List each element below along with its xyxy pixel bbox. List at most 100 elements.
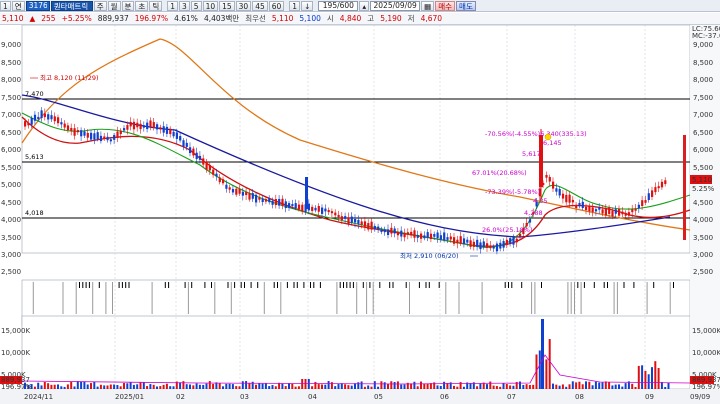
candle-body[interactable] <box>258 197 261 200</box>
volume-bar[interactable] <box>43 381 46 389</box>
volume-bar[interactable] <box>159 386 162 389</box>
candle-body[interactable] <box>307 203 310 211</box>
interval-60-button[interactable]: 60 <box>268 0 285 11</box>
volume-bar[interactable] <box>271 385 274 389</box>
candle-body[interactable] <box>238 188 241 194</box>
volume-bar[interactable] <box>169 386 172 389</box>
volume-bar[interactable] <box>456 386 459 389</box>
volume-bar[interactable] <box>545 359 548 389</box>
volume-bar[interactable] <box>149 384 152 389</box>
candle-body[interactable] <box>370 221 373 230</box>
volume-bar[interactable] <box>66 384 69 389</box>
volume-bar[interactable] <box>618 384 620 389</box>
candle-body[interactable] <box>76 130 79 133</box>
candle-body[interactable] <box>624 212 627 216</box>
candle-body[interactable] <box>528 219 532 223</box>
candle-body[interactable] <box>198 155 202 160</box>
candle-body[interactable] <box>611 210 614 217</box>
volume-bar[interactable] <box>561 384 564 389</box>
volume-bar[interactable] <box>235 386 238 389</box>
candle-body[interactable] <box>288 203 291 208</box>
volume-bar[interactable] <box>525 384 528 389</box>
candle-body[interactable] <box>80 130 83 137</box>
volume-bar[interactable] <box>47 383 50 389</box>
volume-bar[interactable] <box>347 385 350 389</box>
volume-bar[interactable] <box>284 386 287 389</box>
volume-bar[interactable] <box>307 379 310 389</box>
candle-body[interactable] <box>255 194 258 203</box>
volume-bar[interactable] <box>453 385 455 389</box>
candle-body[interactable] <box>608 207 611 215</box>
volume-bar[interactable] <box>420 381 422 389</box>
candle-body[interactable] <box>123 128 126 131</box>
candle-body[interactable] <box>73 128 76 136</box>
candle-body[interactable] <box>565 194 568 203</box>
candle-body[interactable] <box>614 209 617 214</box>
volume-bar[interactable] <box>363 386 366 389</box>
volume-bar[interactable] <box>83 381 86 389</box>
candle-body[interactable] <box>479 242 482 250</box>
candle-body[interactable] <box>644 200 647 203</box>
candle-body[interactable] <box>340 216 343 220</box>
candle-body[interactable] <box>179 136 182 141</box>
candle-body[interactable] <box>218 177 221 183</box>
candle-body[interactable] <box>324 208 327 212</box>
candle-body[interactable] <box>486 243 489 248</box>
candle-body[interactable] <box>598 207 601 210</box>
volume-bar[interactable] <box>657 368 660 389</box>
volume-bar[interactable] <box>344 384 347 389</box>
volume-bar[interactable] <box>486 384 488 389</box>
volume-bar[interactable] <box>403 384 406 389</box>
volume-bar[interactable] <box>416 386 419 389</box>
volume-bar[interactable] <box>218 383 221 389</box>
candle-body[interactable] <box>568 194 571 203</box>
candle-body[interactable] <box>657 186 660 189</box>
volume-bar[interactable] <box>53 384 56 389</box>
candle-body[interactable] <box>103 136 106 139</box>
candle-body[interactable] <box>396 232 400 236</box>
price-panel[interactable] <box>21 25 691 254</box>
candle-body[interactable] <box>558 188 561 196</box>
volume-bar[interactable] <box>321 384 323 389</box>
candle-body[interactable] <box>43 113 46 118</box>
peak-marker-icon[interactable] <box>544 133 552 141</box>
candle-body[interactable] <box>344 216 347 219</box>
volume-bar[interactable] <box>538 350 541 389</box>
volume-bar[interactable] <box>60 386 63 389</box>
candle-body[interactable] <box>459 236 462 244</box>
volume-bar[interactable] <box>390 381 393 389</box>
candle-body[interactable] <box>113 134 116 140</box>
candle-body[interactable] <box>476 239 479 247</box>
candle-body[interactable] <box>502 241 505 248</box>
volume-bar[interactable] <box>637 365 640 389</box>
candle-body[interactable] <box>406 232 409 235</box>
volume-bar[interactable] <box>33 386 36 389</box>
volume-bar[interactable] <box>317 384 320 389</box>
period-tick-button[interactable]: 틱 <box>149 0 163 11</box>
candle-body[interactable] <box>33 114 37 121</box>
volume-bar[interactable] <box>565 386 568 389</box>
candle-body[interactable] <box>509 238 512 244</box>
volume-bar[interactable] <box>294 386 297 389</box>
volume-bar[interactable] <box>198 384 201 389</box>
candle-body[interactable] <box>162 126 165 133</box>
volume-bar[interactable] <box>350 385 353 389</box>
candle-body[interactable] <box>400 230 403 237</box>
candle-body[interactable] <box>641 200 644 206</box>
volume-bar[interactable] <box>532 384 535 389</box>
volume-bar[interactable] <box>156 386 158 389</box>
volume-bar[interactable] <box>505 384 508 389</box>
volume-bar[interactable] <box>509 385 512 389</box>
volume-bar[interactable] <box>608 382 611 389</box>
candle-body[interactable] <box>433 234 436 237</box>
candle-body[interactable] <box>393 228 396 234</box>
candle-body[interactable] <box>512 236 515 245</box>
candle-body[interactable] <box>363 221 367 227</box>
volume-bar[interactable] <box>228 383 231 389</box>
candle-body[interactable] <box>175 132 178 139</box>
candle-body[interactable] <box>429 233 433 240</box>
candle-body[interactable] <box>654 187 657 193</box>
volume-bar[interactable] <box>634 386 637 389</box>
candle-body[interactable] <box>482 241 485 248</box>
candle-body[interactable] <box>627 212 631 216</box>
